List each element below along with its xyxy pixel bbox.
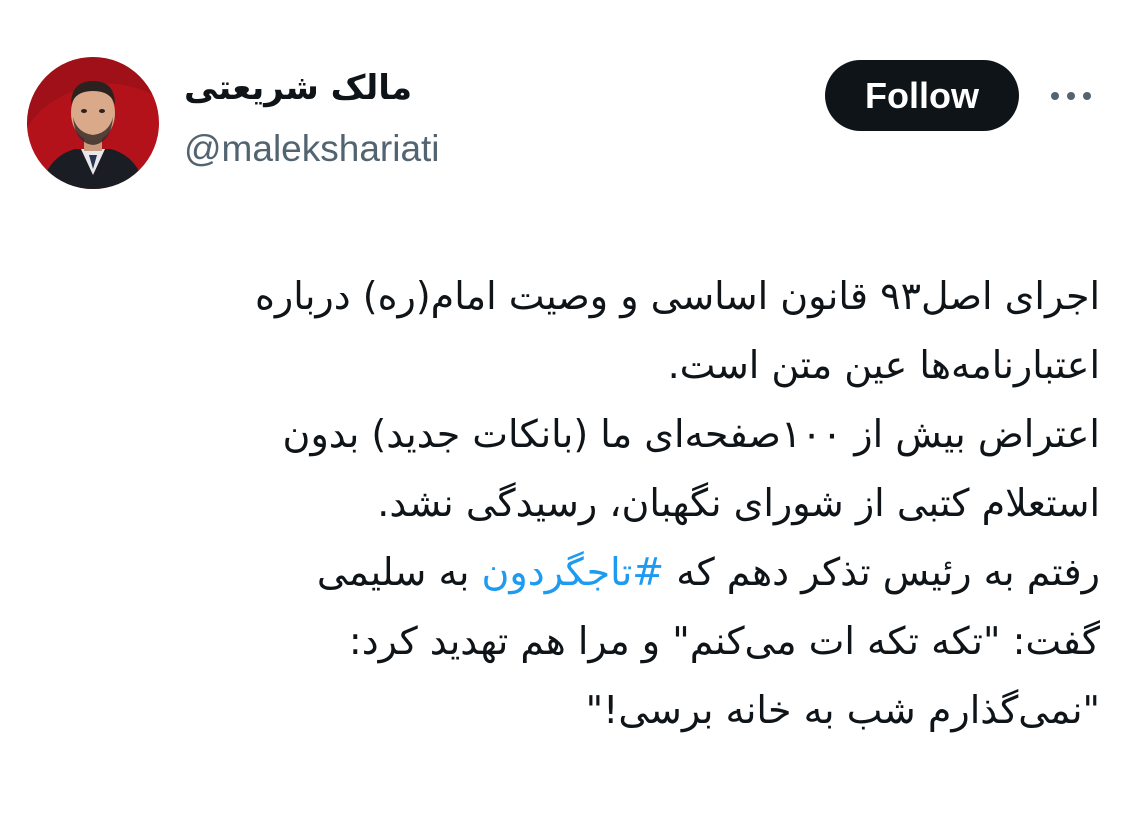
tweet-line: رفتم به رئیس تذکر دهم که #تاجگردون به سل… (60, 538, 1100, 607)
tweet-line-part: به سلیمی (316, 550, 470, 594)
avatar[interactable] (27, 57, 159, 189)
avatar-portrait-icon (27, 57, 159, 189)
tweet-line: "نمی‌گذارم شب به خانه برسی!" (585, 688, 1100, 732)
tweet-line: گفت: "تکه تکه ات می‌کنم" و مرا هم تهدید … (348, 619, 1100, 663)
follow-button[interactable]: Follow (825, 60, 1019, 131)
more-dots-icon (1051, 92, 1091, 100)
author-display-name[interactable]: مالک شریعتی (184, 68, 412, 108)
tweet-body: اجرای اصل۹۳ قانون اساسی و وصیت امام(ره) … (60, 262, 1100, 745)
tweet-line-part: رفتم به رئیس تذکر دهم که (676, 550, 1100, 594)
more-options-button[interactable] (1046, 82, 1096, 110)
tweet-line: اعتبارنامه‌ها عین متن است. (667, 343, 1100, 387)
tweet-line: استعلام کتبی از شورای نگهبان، رسیدگی نشد… (377, 481, 1100, 525)
tweet-line: اعتراض بیش از ۱۰۰صفحه‌ای ما (بانکات جدید… (282, 412, 1100, 456)
hashtag-link[interactable]: #تاجگردون (482, 550, 665, 594)
tweet-line: اجرای اصل۹۳ قانون اساسی و وصیت امام(ره) … (254, 274, 1100, 318)
tweet-card: مالک شریعتی @malekshariati Follow اجرای … (0, 0, 1125, 828)
author-handle[interactable]: @malekshariati (184, 128, 440, 170)
